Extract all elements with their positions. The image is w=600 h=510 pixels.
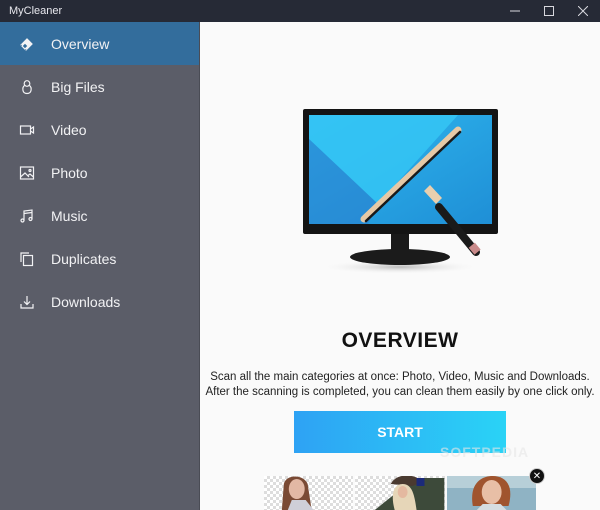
description-line: Scan all the main categories at once: Ph…	[210, 371, 590, 383]
ad-image-1	[264, 476, 354, 510]
minimize-icon	[510, 10, 520, 12]
sidebar: Overview Big Files Video Photo Music Dup…	[0, 22, 199, 510]
sidebar-item-label: Photo	[51, 164, 88, 181]
music-note-icon	[0, 208, 51, 224]
sidebar-item-photo[interactable]: Photo	[0, 151, 199, 194]
image-icon	[0, 165, 51, 181]
download-icon	[0, 294, 51, 310]
description: Scan all the main categories at once: Ph…	[200, 370, 600, 400]
title-bar: MyCleaner	[0, 0, 600, 22]
sidebar-item-video[interactable]: Video	[0, 108, 199, 151]
sidebar-item-big-files[interactable]: Big Files	[0, 65, 199, 108]
monitor-cleaner-illustration	[303, 109, 498, 274]
ad-image-2	[355, 476, 445, 510]
copy-icon	[0, 251, 51, 267]
page-title: OVERVIEW	[341, 329, 459, 352]
maximize-button[interactable]	[532, 0, 566, 22]
main-panel: OVERVIEW Scan all the main categories at…	[200, 22, 600, 510]
monitor-stand-base	[350, 249, 450, 265]
sidebar-item-overview[interactable]: Overview	[0, 22, 199, 65]
sidebar-item-label: Duplicates	[51, 250, 117, 267]
sidebar-item-downloads[interactable]: Downloads	[0, 280, 199, 323]
video-camera-icon	[0, 122, 51, 138]
watermark: SOFTPEDIA	[440, 444, 530, 460]
app-window: MyCleaner Overview Big Files Video Photo…	[0, 0, 600, 510]
close-icon	[578, 6, 588, 16]
minimize-button[interactable]	[498, 0, 532, 22]
sidebar-item-label: Overview	[51, 35, 110, 52]
description-line: After the scanning is completed, you can…	[205, 386, 595, 398]
sidebar-item-label: Music	[51, 207, 88, 224]
sidebar-item-music[interactable]: Music	[0, 194, 199, 237]
ad-close-button[interactable]: ✕	[529, 468, 545, 484]
ad-banner[interactable]	[264, 476, 536, 510]
ad-image-3	[446, 476, 536, 510]
sidebar-item-label: Downloads	[51, 293, 121, 310]
weight-icon	[0, 79, 51, 95]
app-title: MyCleaner	[9, 5, 63, 17]
sidebar-item-label: Big Files	[51, 78, 105, 95]
sidebar-item-duplicates[interactable]: Duplicates	[0, 237, 199, 280]
close-button[interactable]	[566, 0, 600, 22]
maximize-icon	[544, 6, 554, 16]
sidebar-item-label: Video	[51, 121, 87, 138]
eraser-icon	[0, 36, 51, 52]
